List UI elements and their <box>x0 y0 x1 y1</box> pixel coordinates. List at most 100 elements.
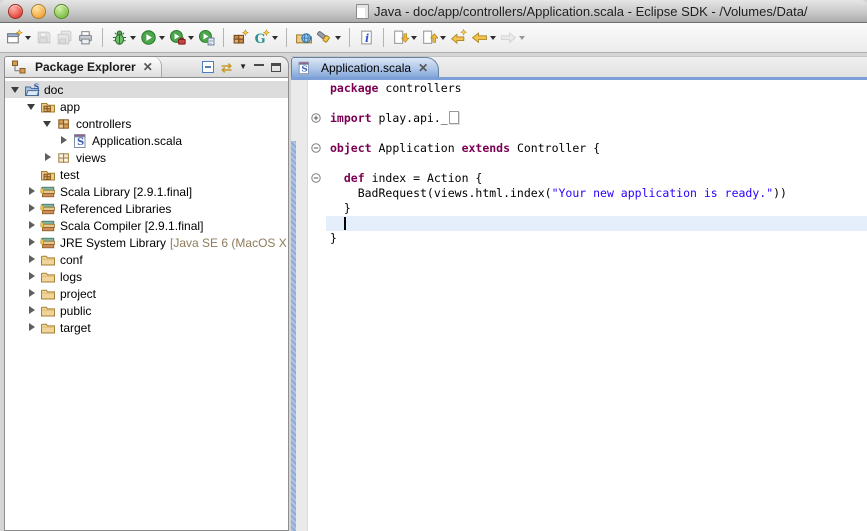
code-line[interactable] <box>326 96 867 111</box>
fold-plus-icon[interactable] <box>311 113 321 123</box>
dropdown-arrow-icon[interactable] <box>130 36 136 40</box>
external-tools-button[interactable] <box>167 26 196 50</box>
code-line[interactable]: def index = Action { <box>326 171 867 186</box>
dropdown-arrow-icon[interactable] <box>159 36 165 40</box>
tree-item-public[interactable]: public <box>5 302 288 319</box>
dropdown-arrow-icon[interactable] <box>411 36 417 40</box>
svg-text:S: S <box>301 65 307 75</box>
debug-button[interactable] <box>109 26 138 50</box>
tree-item-scala-compiler-2-9-1-final[interactable]: Scala Compiler [2.9.1.final] <box>5 217 288 234</box>
folder-icon <box>40 252 56 268</box>
new-g-wizard-button[interactable]: G <box>251 26 280 50</box>
run-as-button[interactable] <box>196 26 217 50</box>
fold-minus-icon[interactable] <box>311 143 321 153</box>
package-explorer-icon <box>11 59 27 75</box>
code-editor[interactable]: package controllers import play.api._obje… <box>291 80 867 531</box>
expander-closed-icon[interactable] <box>27 237 38 248</box>
tree-item-project[interactable]: project <box>5 285 288 302</box>
tree-item-logs[interactable]: logs <box>5 268 288 285</box>
tree-item-target[interactable]: target <box>5 319 288 336</box>
dropdown-arrow-icon[interactable] <box>188 36 194 40</box>
previous-annotation-button[interactable] <box>419 26 448 50</box>
expander-closed-icon[interactable] <box>27 203 38 214</box>
code-line[interactable] <box>326 156 867 171</box>
annotation-ruler[interactable] <box>291 80 308 531</box>
code-token-plain <box>330 171 344 185</box>
tree-item-scala-library-2-9-1-final[interactable]: Scala Library [2.9.1.final] <box>5 183 288 200</box>
save-all-button[interactable] <box>54 26 75 50</box>
editor-tab-application-scala[interactable]: S Application.scala ✕ <box>291 57 439 78</box>
link-with-editor-icon[interactable]: ⇄ <box>221 61 232 74</box>
fold-minus-icon[interactable] <box>311 173 321 183</box>
tree-item-conf[interactable]: conf <box>5 251 288 268</box>
tree-item-app[interactable]: app <box>5 98 288 115</box>
expander-closed-icon[interactable] <box>27 220 38 231</box>
code-line[interactable] <box>326 216 867 231</box>
tree-item-referenced-libraries[interactable]: Referenced Libraries <box>5 200 288 217</box>
dropdown-arrow-icon[interactable] <box>519 36 525 40</box>
tree-item-test[interactable]: test <box>5 166 288 183</box>
new-java-project-button[interactable] <box>230 26 251 50</box>
window-title: Java - doc/app/controllers/Application.s… <box>374 4 808 19</box>
run-button[interactable] <box>138 26 167 50</box>
expander-closed-icon[interactable] <box>27 322 38 333</box>
expander-open-icon[interactable] <box>43 118 54 129</box>
expander-closed-icon[interactable] <box>27 186 38 197</box>
last-edit-location-button[interactable] <box>448 26 469 50</box>
code-line[interactable]: } <box>326 231 867 246</box>
close-view-icon[interactable]: ✕ <box>143 61 153 73</box>
dropdown-arrow-icon[interactable] <box>490 36 496 40</box>
expander-closed-icon[interactable] <box>43 152 54 163</box>
dropdown-arrow-icon[interactable] <box>272 36 278 40</box>
minimize-window-button[interactable] <box>31 4 46 19</box>
titlebar[interactable]: Java - doc/app/controllers/Application.s… <box>0 0 867 23</box>
zoom-window-button[interactable] <box>54 4 69 19</box>
new-wizard-button[interactable] <box>4 26 33 50</box>
package-explorer-tab[interactable]: Package Explorer ✕ <box>5 57 162 77</box>
search-button[interactable] <box>314 26 343 50</box>
tree-item-application-scala[interactable]: SApplication.scala <box>5 132 288 149</box>
next-annotation-button[interactable] <box>390 26 419 50</box>
package-explorer-tree[interactable]: SdocappcontrollersSApplication.scalaview… <box>4 77 289 531</box>
close-window-button[interactable] <box>8 4 23 19</box>
save-icon <box>35 29 52 46</box>
code-text-area[interactable]: package controllers import play.api._obje… <box>326 81 867 246</box>
annotation-info-button[interactable]: i <box>356 26 377 50</box>
expander-open-icon[interactable] <box>11 84 22 95</box>
collapse-all-icon[interactable] <box>202 61 214 73</box>
tree-item-doc[interactable]: Sdoc <box>5 81 288 98</box>
expander-closed-icon[interactable] <box>59 135 70 146</box>
minimize-icon[interactable] <box>254 63 264 72</box>
library-icon <box>40 201 56 217</box>
close-editor-tab-icon[interactable]: ✕ <box>418 62 428 74</box>
expander-closed-icon[interactable] <box>27 271 38 282</box>
collapsed-region-icon[interactable] <box>449 111 459 124</box>
code-line[interactable]: BadRequest(views.html.index("Your new ap… <box>326 186 867 201</box>
code-line[interactable] <box>326 126 867 141</box>
save-button[interactable] <box>33 26 54 50</box>
dropdown-arrow-icon[interactable] <box>25 36 31 40</box>
expander-closed-icon[interactable] <box>27 254 38 265</box>
view-menu-icon[interactable]: ▼ <box>239 63 247 71</box>
new-wizard-icon <box>6 29 23 46</box>
info-icon: i <box>358 29 375 46</box>
maximize-icon[interactable] <box>271 63 281 72</box>
print-button[interactable] <box>75 26 96 50</box>
open-web-browser-button[interactable] <box>293 26 314 50</box>
code-line[interactable]: } <box>326 201 867 216</box>
document-proxy-icon <box>356 4 369 19</box>
code-line[interactable]: object Application extends Controller { <box>326 141 867 156</box>
tree-item-jre-system-library[interactable]: JRE System Library[Java SE 6 (MacOS X De… <box>5 234 288 251</box>
forward-button[interactable] <box>498 26 527 50</box>
expander-open-icon[interactable] <box>27 101 38 112</box>
dropdown-arrow-icon[interactable] <box>335 36 341 40</box>
tree-item-controllers[interactable]: controllers <box>5 115 288 132</box>
back-button[interactable] <box>469 26 498 50</box>
dropdown-arrow-icon[interactable] <box>440 36 446 40</box>
expander-closed-icon[interactable] <box>27 288 38 299</box>
tree-item-views[interactable]: views <box>5 149 288 166</box>
code-line[interactable]: import play.api._ <box>326 111 867 126</box>
fold-margin[interactable] <box>308 80 326 531</box>
expander-closed-icon[interactable] <box>27 305 38 316</box>
code-line[interactable]: package controllers <box>326 81 867 96</box>
